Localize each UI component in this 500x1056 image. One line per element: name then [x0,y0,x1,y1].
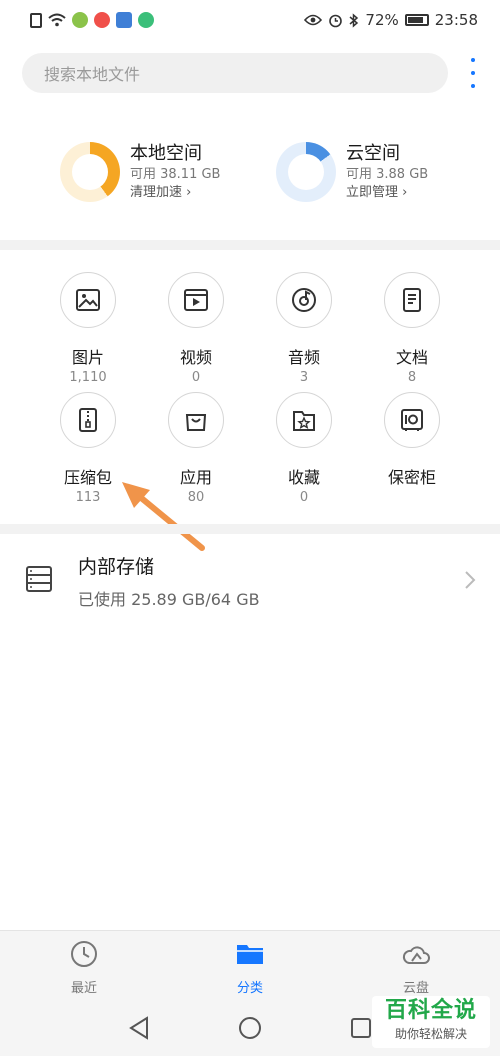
search-input[interactable]: 搜索本地文件 [22,53,448,93]
category-count: 1,110 [69,370,107,385]
image-icon [60,272,116,328]
internal-storage-usage: 已使用 25.89 GB/64 GB [78,590,260,609]
search-row: 搜索本地文件 [22,52,482,94]
category-audio[interactable]: 音频 3 [254,272,354,386]
category-label: 收藏 [287,468,320,487]
category-count: 8 [407,370,417,385]
category-label: 保密柜 [387,468,436,487]
folder-icon [237,945,263,964]
nav-label: 云盘 [402,981,429,996]
nav-label: 分类 [236,981,263,996]
storage-icon [26,566,52,592]
manage-now-link[interactable]: 立即管理 › [346,184,428,202]
internal-storage-row[interactable]: 内部存储 已使用 25.89 GB/64 GB [0,544,500,620]
bluetooth-icon [349,12,359,28]
safe-icon [384,392,440,448]
local-space-title: 本地空间 [130,143,202,164]
battery-icon [404,14,429,26]
document-icon [384,272,440,328]
status-bar: 72% 23:58 [0,0,500,40]
chevron-right-icon: › [402,185,408,200]
category-label: 文档 [395,348,428,367]
category-count: 3 [299,370,309,385]
local-space-available: 可用 38.11 GB [130,167,221,182]
category-favorites[interactable]: 收藏 0 [254,392,354,506]
chevron-right-icon [465,571,476,589]
local-space-ring [60,142,120,202]
category-images[interactable]: 图片 1,110 [38,272,138,386]
category-label: 应用 [179,468,212,487]
nav-recent[interactable]: 最近 [34,939,134,996]
cloud-space-ring [276,142,336,202]
wifi-icon [48,13,66,27]
clean-up-link[interactable]: 清理加速 › [130,184,220,202]
category-archives[interactable]: 压缩包 113 [38,392,138,506]
category-videos[interactable]: 视频 0 [146,272,246,386]
watermark-logo: 百科全说 助你轻松解决 [372,996,490,1048]
watermark-subtitle: 助你轻松解决 [394,1027,467,1041]
alarm-icon [329,14,343,27]
manage-now-label: 立即管理 [346,185,399,200]
clock-time: 23:58 [434,11,478,29]
category-label: 视频 [179,348,212,367]
cloud-space-available: 可用 3.88 GB [346,167,429,182]
chevron-right-icon: › [186,185,192,200]
storage-summary: 本地空间 可用 38.11 GB 清理加速 › 云空间 可用 3.88 GB 立… [0,122,500,232]
section-divider [0,240,500,250]
nav-categories[interactable]: 分类 [200,939,300,996]
section-divider [0,524,500,534]
app-notification-icon [116,12,132,28]
video-icon [168,272,224,328]
cloud-space-card[interactable]: 云空间 可用 3.88 GB 立即管理 › [276,142,428,202]
clean-up-label: 清理加速 [130,185,183,200]
eye-icon [304,14,323,26]
watermark-title: 百科全说 [384,998,477,1023]
nav-label: 最近 [70,981,97,996]
category-label: 压缩包 [63,468,112,487]
app-notification-icon [94,12,110,28]
bottom-nav: 最近 分类 云盘 [0,930,500,1000]
archive-icon [60,392,116,448]
status-right: 72% 23:58 [304,11,478,29]
favorite-icon [276,392,332,448]
category-label: 图片 [71,348,104,367]
category-apps[interactable]: 应用 80 [146,392,246,506]
category-safe[interactable]: 保密柜 [362,392,462,490]
home-icon[interactable] [238,1016,262,1040]
recents-icon[interactable] [350,1017,372,1039]
app-notification-icon [72,12,88,28]
app-icon [168,392,224,448]
internal-storage-title: 内部存储 [78,556,155,578]
clock-icon [71,941,97,967]
audio-icon [276,272,332,328]
category-count: 0 [191,370,201,385]
category-count: 0 [299,490,309,505]
battery-percent: 72% [365,11,399,29]
back-icon[interactable] [128,1016,150,1040]
category-label: 音频 [287,348,320,367]
sim-alert-icon [30,12,42,28]
status-left [30,12,154,28]
local-space-card[interactable]: 本地空间 可用 38.11 GB 清理加速 › [60,142,220,202]
shield-icon [138,12,154,28]
category-count: 80 [187,490,205,505]
search-placeholder: 搜索本地文件 [44,65,141,84]
cloud-icon [402,946,430,964]
more-menu-icon[interactable] [468,58,478,88]
nav-cloud-drive[interactable]: 云盘 [366,939,466,996]
category-count: 113 [75,490,101,505]
category-documents[interactable]: 文档 8 [362,272,462,386]
cloud-space-title: 云空间 [346,143,400,164]
